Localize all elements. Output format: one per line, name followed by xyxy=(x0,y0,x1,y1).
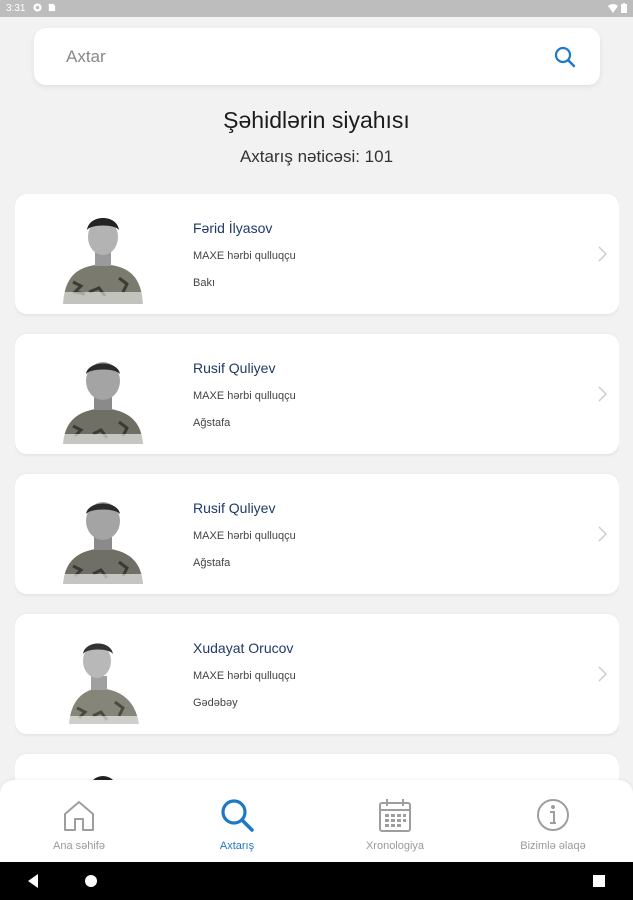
nav-item-contact[interactable]: Bizimlə əlaqə xyxy=(474,780,632,862)
card-city: Ağstafa xyxy=(193,557,231,569)
search-icon xyxy=(221,799,254,832)
status-time: 3:31 xyxy=(6,3,26,14)
card-city: Gədəbəy xyxy=(193,697,238,709)
search-bar xyxy=(34,28,600,85)
card-role: MAXE hərbi qulluqçu xyxy=(193,250,296,262)
list-item[interactable] xyxy=(15,754,619,780)
portrait-photo xyxy=(59,502,147,584)
page-title: Şəhidlərin siyahısı xyxy=(223,107,410,133)
home-icon xyxy=(64,801,94,831)
card-name: Xudayat Orucov xyxy=(193,640,294,656)
home-button-icon[interactable] xyxy=(84,873,98,889)
nav-label: Axtarış xyxy=(219,840,255,852)
portrait-photo xyxy=(92,776,114,780)
chevron-right-icon xyxy=(598,246,607,262)
portrait-photo xyxy=(59,643,147,724)
nav-item-search[interactable]: Axtarış xyxy=(158,780,316,862)
martyrs-list: Fərid İlyasov MAXE hərbi qulluqçu Bakı R… xyxy=(15,194,619,780)
status-icons xyxy=(608,3,627,13)
list-item[interactable]: Xudayat Orucov MAXE hərbi qulluqçu Gədəb… xyxy=(15,614,619,734)
card-role: MAXE hərbi qulluqçu xyxy=(193,390,296,402)
search-input[interactable] xyxy=(64,43,538,71)
chevron-right-icon xyxy=(598,526,607,542)
recents-icon[interactable] xyxy=(592,873,606,889)
chevron-right-icon xyxy=(598,666,607,682)
status-bar: 3:31 xyxy=(0,0,633,17)
card-role: MAXE hərbi qulluqçu xyxy=(193,670,296,682)
card-name: Fərid İlyasov xyxy=(193,220,273,236)
back-icon[interactable] xyxy=(26,873,40,889)
result-count: Axtarış nəticəsi: 101 xyxy=(239,147,394,166)
notification-icon xyxy=(33,3,42,12)
nav-item-chronology[interactable]: Xronologiya xyxy=(316,780,474,862)
nav-item-home[interactable]: Ana səhifə xyxy=(0,780,158,862)
nav-label: Ana səhifə xyxy=(53,840,105,852)
calendar-icon xyxy=(379,799,411,832)
card-city: Bakı xyxy=(193,277,216,289)
list-item[interactable]: Rusif Quliyev MAXE hərbi qulluqçu Ağstaf… xyxy=(15,334,619,454)
info-icon xyxy=(537,799,569,831)
chevron-right-icon xyxy=(598,386,607,402)
nav-label: Xronologiya xyxy=(365,840,425,852)
sd-card-icon xyxy=(48,3,56,12)
battery-icon xyxy=(621,3,627,13)
nav-label: Bizimlə əlaqə xyxy=(520,840,586,852)
system-navigation-bar xyxy=(0,862,633,900)
card-role: MAXE hərbi qulluqçu xyxy=(193,530,296,542)
portrait-photo xyxy=(59,218,147,304)
portrait-photo xyxy=(59,362,147,444)
bottom-navigation: Ana səhifə Axtarış Xronologiya Bizimlə ə… xyxy=(0,780,633,862)
card-name: Rusif Quliyev xyxy=(193,360,276,376)
list-item[interactable]: Fərid İlyasov MAXE hərbi qulluqçu Bakı xyxy=(15,194,619,314)
list-item[interactable]: Rusif Quliyev MAXE hərbi qulluqçu Ağstaf… xyxy=(15,474,619,594)
search-icon[interactable] xyxy=(552,44,578,70)
wifi-icon xyxy=(608,3,618,13)
card-city: Ağstafa xyxy=(193,417,231,429)
card-name: Rusif Quliyev xyxy=(193,500,276,516)
